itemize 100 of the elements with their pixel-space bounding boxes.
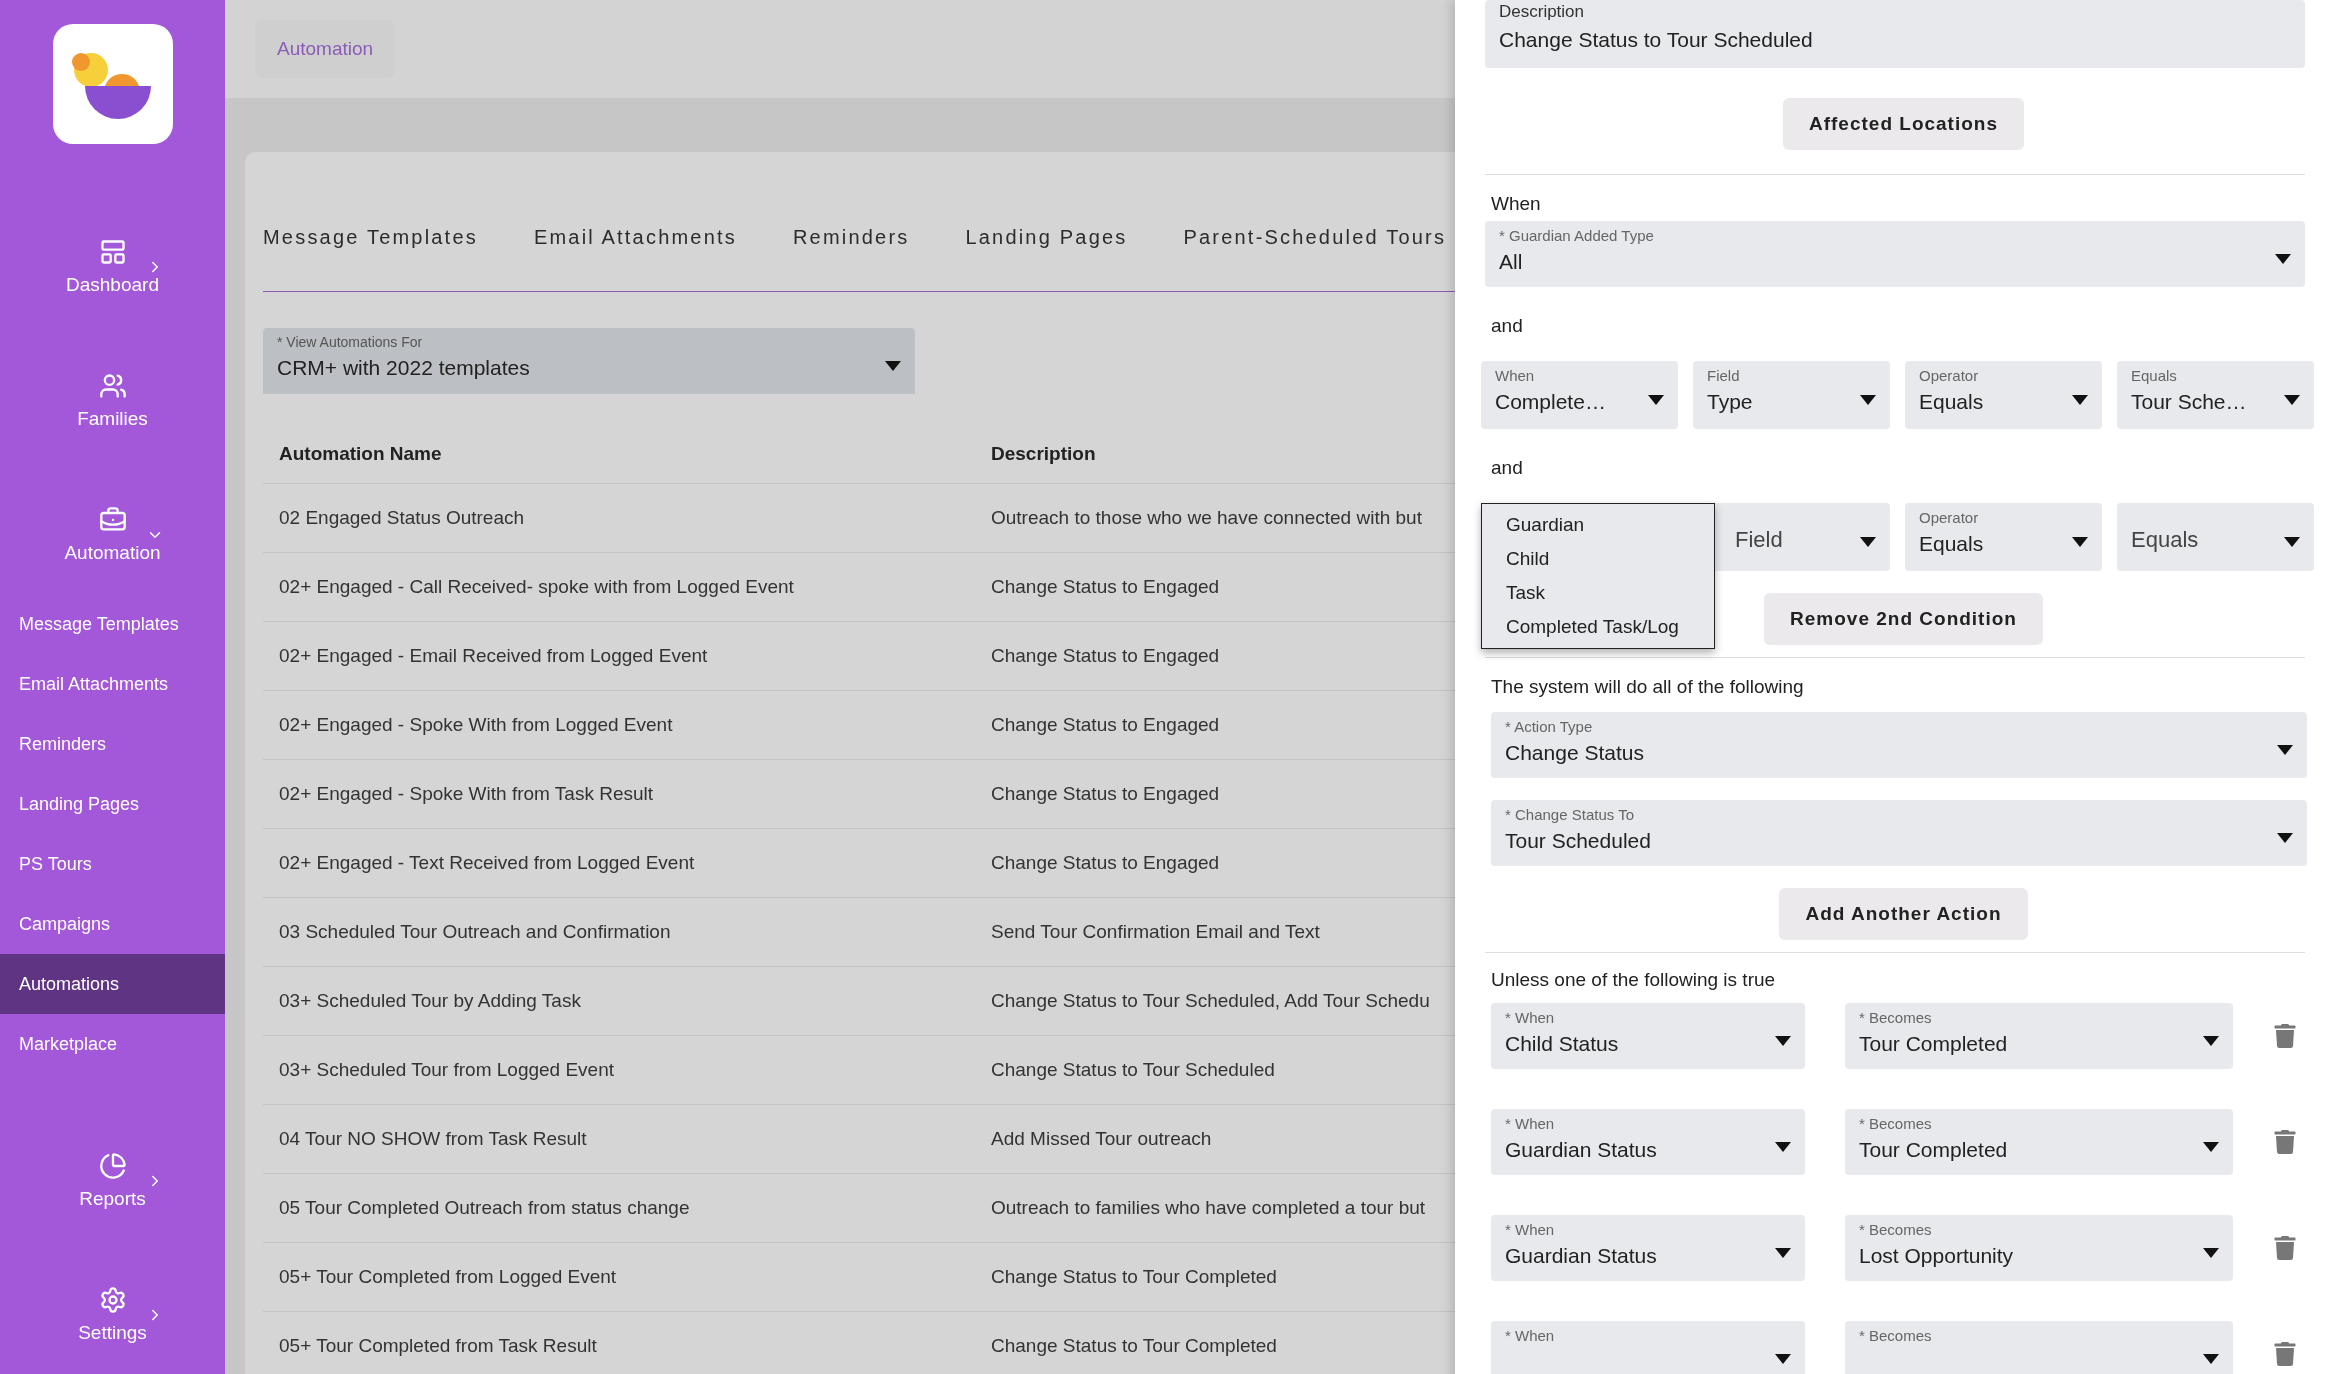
table-cell-text: Outreach to those who we have connected with but [991,507,1423,529]
select-field[interactable]: * Becomes [1845,1321,2233,1374]
delete-icon[interactable] [2273,1024,2297,1048]
table-cell-text: Change Status to Tour Completed [991,1266,1278,1288]
select-field[interactable]: Operator Equals [1905,361,2102,429]
nav-item[interactable]: Dashboard [66,274,159,296]
caret-icon [2277,833,2293,843]
table-cell-text: Outreach to families who have completed a tour but [991,1197,1427,1219]
table-cell-text: 03 Scheduled Tour Outreach and Confirmation [279,921,672,943]
caret-icon [2072,537,2088,547]
select-field[interactable]: * Becomes Lost Opportunity [1845,1215,2233,1281]
table-cell-text: 02+ Engaged - Spoke With from Logged Event [279,714,674,736]
nav-subitem[interactable]: Automations [0,954,225,1014]
caret-icon [1648,395,1664,405]
select-field[interactable]: When Complete… [1481,361,1678,429]
table-cell-text: 05 Tour Completed Outreach from status change [279,1197,691,1219]
select-field[interactable]: * Change Status To Tour Scheduled [1491,800,2307,866]
nav-item[interactable]: Automation [64,542,161,564]
delete-icon[interactable] [2273,1342,2297,1366]
section-heading: Unless one of the following is true [1491,969,1777,991]
select-field[interactable]: Equals [2117,503,2314,571]
select-field[interactable]: * When Guardian Status [1491,1215,1805,1281]
caret-icon [2284,537,2300,547]
tab[interactable]: Parent-Scheduled Tours [1183,226,1447,249]
table-cell-text: 02+ Engaged - Email Received from Logged Event [279,645,709,667]
nav-subitem[interactable]: Reminders [0,714,225,774]
caret-icon [2072,395,2088,405]
select-field[interactable]: Equals Tour Sche… [2117,361,2314,429]
select-field[interactable]: Field Type [1693,361,1890,429]
tab[interactable]: Landing Pages [965,226,1128,249]
caret-icon [2277,745,2293,755]
table-cell-text: Change Status to Tour Scheduled [991,1059,1276,1081]
nav-subitem[interactable]: Landing Pages [0,774,225,834]
select-field[interactable]: * When Guardian Status [1491,1109,1805,1175]
nav-subitem[interactable]: PS Tours [0,834,225,894]
select-field[interactable]: Operator Equals [1905,503,2102,571]
table-cell-text: 03+ Scheduled Tour from Logged Event [279,1059,616,1081]
table-cell-text: Change Status to Engaged [991,783,1221,805]
and-label: and [1491,315,1524,337]
table-cell-text: Change Status to Engaged [991,645,1221,667]
table-cell-text: 05+ Tour Completed from Logged Event [279,1266,618,1288]
select-field[interactable]: * When [1491,1321,1805,1374]
delete-icon[interactable] [2273,1130,2297,1154]
select-field[interactable]: * Guardian Added Type All [1485,221,2305,287]
nav-item[interactable]: Settings [78,1322,147,1344]
select-field[interactable]: * When Child Status [1491,1003,1805,1069]
table-cell-text: 02 Engaged Status Outreach [279,507,526,529]
reports-icon[interactable] [98,1152,127,1180]
table-cell-text: Change Status to Engaged [991,576,1221,598]
select-field[interactable]: * Becomes Tour Completed [1845,1109,2233,1175]
table-cell-text: Add Missed Tour outreach [991,1128,1213,1150]
menu-option[interactable]: Task [1482,576,1714,610]
caret-icon [2203,1354,2219,1364]
caret-icon [2275,254,2291,264]
caret-icon [2203,1036,2219,1046]
table-cell-text: 02+ Engaged - Call Received- spoke with from Logged Event [279,576,795,598]
and-label: and [1491,457,1524,479]
table-cell-text: Change Status to Tour Completed [991,1335,1278,1357]
section-heading: The system will do all of the following [1491,676,1805,698]
menu-option[interactable]: Completed Task/Log [1482,610,1714,644]
settings-icon[interactable] [98,1286,127,1314]
table-cell-text: 02+ Engaged - Spoke With from Task Result [279,783,655,805]
tab[interactable]: Message Templates [263,226,478,249]
select-field[interactable]: * Becomes Tour Completed [1845,1003,2233,1069]
nav-subitem[interactable]: Campaigns [0,894,225,954]
caret-icon [2203,1248,2219,1258]
caret-icon [1860,537,1876,547]
affected-locations-button[interactable]: Affected Locations [1783,98,2024,150]
remove-condition-button[interactable]: Remove 2nd Condition [1764,593,2043,645]
caret-icon [1860,395,1876,405]
table-cell-text: Send Tour Confirmation Email and Text [991,921,1321,943]
nav-item[interactable]: Families [77,408,148,430]
column-header: Automation Name [279,442,443,465]
select-field[interactable]: * Action Type Change Status [1491,712,2307,778]
table-cell-text: Change Status to Tour Scheduled, Add Tour Schedu [991,990,1431,1012]
table-cell-text: 02+ Engaged - Text Received from Logged Event [279,852,696,874]
table-cell-text: 04 Tour NO SHOW from Task Result [279,1128,588,1150]
caret-icon [1775,1036,1791,1046]
select-field[interactable]: * View Automations For CRM+ with 2022 templates [263,328,915,394]
tab[interactable]: Reminders [792,226,910,249]
nav-subitem[interactable]: Marketplace [0,1014,225,1074]
table-cell-text: Change Status to Engaged [991,852,1221,874]
families-icon[interactable] [98,372,127,400]
automation-icon[interactable] [98,506,127,534]
nav-item[interactable]: Reports [79,1188,146,1210]
caret-icon [1775,1142,1791,1152]
tab[interactable]: Email Attachments [533,226,737,249]
delete-icon[interactable] [2273,1236,2297,1260]
add-action-button[interactable]: Add Another Action [1779,888,2028,940]
caret-icon [2203,1142,2219,1152]
nav-subitem[interactable]: Message Templates [0,594,225,654]
caret-icon [2284,395,2300,405]
dashboard-icon[interactable] [98,238,127,266]
text-field[interactable]: Description Change Status to Tour Scheduled [1485,0,2305,68]
nav-subitem[interactable]: Email Attachments [0,654,225,714]
table-cell-text: Change Status to Engaged [991,714,1221,736]
table-cell-text: 03+ Scheduled Tour by Adding Task [279,990,582,1012]
caret-icon [1775,1354,1791,1364]
section-heading: When [1491,193,1542,215]
caret-icon [885,361,901,371]
